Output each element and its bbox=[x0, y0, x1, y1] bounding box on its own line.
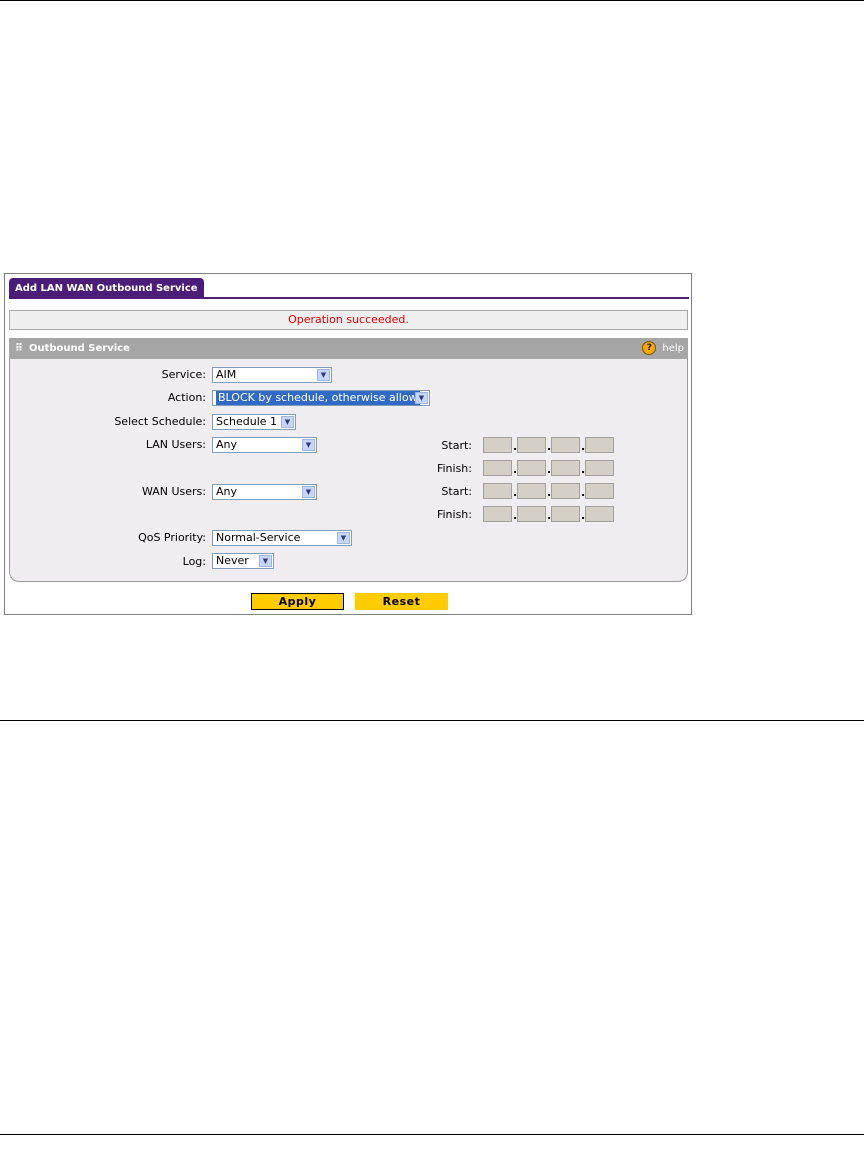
wan-finish-octet-3[interactable] bbox=[551, 506, 580, 522]
lan-finish-octet-4[interactable] bbox=[585, 460, 614, 476]
chevron-down-icon: ▼ bbox=[281, 416, 294, 428]
lan-start-octet-4[interactable] bbox=[585, 437, 614, 453]
help-link[interactable]: ? help bbox=[642, 338, 684, 359]
action-select[interactable]: BLOCK by schedule, otherwise allow ▼ bbox=[212, 390, 430, 406]
log-select[interactable]: Never ▼ bbox=[212, 553, 274, 569]
wan-finish-label: Finish: bbox=[436, 508, 472, 521]
top-rule bbox=[0, 0, 864, 1]
service-value: AIM bbox=[216, 368, 237, 381]
lan-finish-label: Finish: bbox=[436, 462, 472, 475]
tab-underline bbox=[9, 297, 689, 299]
chevron-down-icon: ▼ bbox=[302, 439, 315, 451]
wan-start-octet-1[interactable] bbox=[483, 483, 512, 499]
panel-header: ⠿ Outbound Service ? help bbox=[9, 338, 688, 359]
wan-finish-ip: . . . bbox=[483, 506, 615, 522]
chevron-down-icon: ▼ bbox=[337, 532, 350, 544]
lan-finish-octet-2[interactable] bbox=[517, 460, 546, 476]
lan-start-ip: . . . bbox=[483, 437, 615, 453]
router-config-screenshot: Add LAN WAN Outbound Service Operation s… bbox=[4, 273, 692, 615]
wan-start-octet-2[interactable] bbox=[517, 483, 546, 499]
wan-start-octet-3[interactable] bbox=[551, 483, 580, 499]
wan-start-label: Start: bbox=[441, 485, 472, 498]
wan-finish-octet-1[interactable] bbox=[483, 506, 512, 522]
panel-title: Outbound Service bbox=[29, 343, 130, 354]
log-value: Never bbox=[216, 554, 249, 567]
lan-start-octet-2[interactable] bbox=[517, 437, 546, 453]
apply-button[interactable]: Apply bbox=[251, 593, 344, 610]
schedule-value: Schedule 1 bbox=[216, 415, 278, 428]
status-message: Operation succeeded. bbox=[9, 310, 688, 330]
qos-priority-label: QoS Priority: bbox=[138, 531, 206, 544]
tab-add-lan-wan-outbound-service[interactable]: Add LAN WAN Outbound Service bbox=[9, 278, 204, 299]
bottom-rule bbox=[0, 1134, 864, 1135]
outbound-service-panel: ⠿ Outbound Service ? help Service: AIM ▼ … bbox=[9, 338, 688, 582]
service-label: Service: bbox=[161, 368, 206, 381]
qos-priority-select[interactable]: Normal-Service ▼ bbox=[212, 530, 352, 546]
wan-users-label: WAN Users: bbox=[141, 485, 206, 498]
action-label: Action: bbox=[167, 391, 206, 404]
wan-start-octet-4[interactable] bbox=[585, 483, 614, 499]
chevron-down-icon: ▼ bbox=[302, 486, 315, 498]
wan-users-value: Any bbox=[216, 485, 238, 498]
lan-users-label: LAN Users: bbox=[145, 438, 206, 451]
lan-start-octet-3[interactable] bbox=[551, 437, 580, 453]
lan-start-label: Start: bbox=[441, 439, 472, 452]
lan-users-select[interactable]: Any ▼ bbox=[212, 437, 317, 453]
lan-start-octet-1[interactable] bbox=[483, 437, 512, 453]
wan-finish-octet-2[interactable] bbox=[517, 506, 546, 522]
lan-finish-octet-1[interactable] bbox=[483, 460, 512, 476]
middle-rule bbox=[0, 720, 864, 721]
lan-users-value: Any bbox=[216, 438, 238, 451]
qos-priority-value: Normal-Service bbox=[216, 531, 301, 544]
action-value: BLOCK by schedule, otherwise allow bbox=[216, 391, 420, 405]
wan-finish-octet-4[interactable] bbox=[585, 506, 614, 522]
schedule-label: Select Schedule: bbox=[114, 415, 206, 428]
chevron-down-icon: ▼ bbox=[415, 392, 428, 404]
log-label: Log: bbox=[182, 555, 206, 568]
chevron-down-icon: ▼ bbox=[317, 369, 330, 381]
service-select[interactable]: AIM ▼ bbox=[212, 367, 332, 383]
wan-start-ip: . . . bbox=[483, 483, 615, 499]
schedule-select[interactable]: Schedule 1 ▼ bbox=[212, 414, 296, 430]
help-label: help bbox=[662, 343, 684, 354]
help-icon: ? bbox=[642, 341, 657, 355]
lan-finish-ip: . . . bbox=[483, 460, 615, 476]
reset-button[interactable]: Reset bbox=[355, 593, 448, 610]
lan-finish-octet-3[interactable] bbox=[551, 460, 580, 476]
chevron-down-icon: ▼ bbox=[259, 555, 272, 567]
wan-users-select[interactable]: Any ▼ bbox=[212, 484, 317, 500]
grip-icon: ⠿ bbox=[15, 343, 23, 354]
